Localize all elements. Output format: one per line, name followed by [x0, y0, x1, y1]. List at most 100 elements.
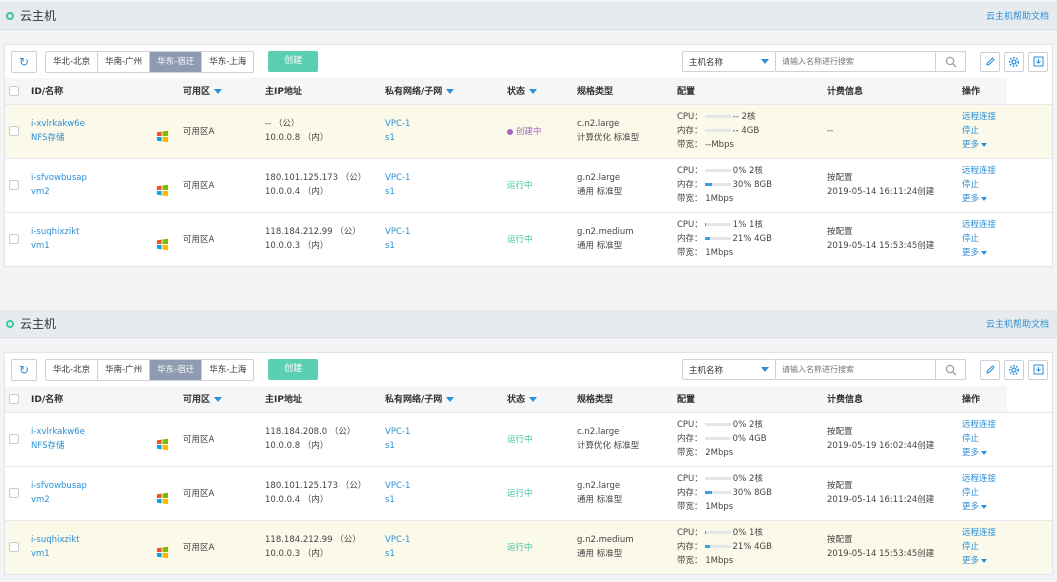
remote-connect-link[interactable]: 远程连接: [962, 472, 1007, 486]
memory-size: 4GB: [754, 542, 772, 553]
settings-button[interactable]: [1004, 51, 1024, 72]
column-header-label: 配置: [677, 395, 696, 406]
refresh-button[interactable]: ↻: [11, 358, 37, 381]
select-all-checkbox[interactable]: [9, 85, 19, 96]
remote-connect-link[interactable]: 远程连接: [962, 218, 1007, 232]
column-header[interactable]: 私有网络/子网: [385, 78, 507, 104]
vpc-link[interactable]: VPC-1: [385, 425, 507, 439]
search-button[interactable]: [936, 359, 966, 380]
vpc-link[interactable]: VPC-1: [385, 533, 507, 547]
region-tab[interactable]: 华北-北京: [46, 51, 99, 72]
help-doc-link[interactable]: 云主机帮助文档: [986, 317, 1049, 330]
public-ip: 118.184.212.99 （公）: [265, 227, 361, 238]
download-button[interactable]: [1028, 359, 1048, 380]
spec-name: g.n2.medium: [577, 535, 634, 546]
subnet-link[interactable]: s1: [385, 439, 507, 453]
vpc-link[interactable]: VPC-1: [385, 225, 507, 239]
subnet-link[interactable]: s1: [385, 547, 507, 561]
stop-link[interactable]: 停止: [962, 124, 1007, 138]
region-tab[interactable]: 华东-上海: [202, 51, 254, 72]
row-checkbox[interactable]: [9, 234, 19, 245]
instance-id-link[interactable]: i-xvlrkakw6e: [31, 425, 85, 439]
stop-link[interactable]: 停止: [962, 486, 1007, 500]
column-header[interactable]: 可用区: [183, 78, 265, 104]
download-button[interactable]: [1028, 51, 1048, 72]
column-header[interactable]: 状态: [507, 78, 577, 104]
column-header[interactable]: 可用区: [183, 386, 265, 412]
row-checkbox[interactable]: [9, 434, 19, 444]
instance-id-link[interactable]: i-xvlrkakw6e: [31, 117, 85, 131]
instance-name-link[interactable]: vm2: [31, 185, 87, 199]
region-tab[interactable]: 华东-上海: [202, 359, 254, 380]
search-button[interactable]: [936, 51, 966, 72]
instance-name-link[interactable]: NFS存储: [31, 439, 85, 453]
region-tab[interactable]: 华南-广州: [98, 51, 151, 72]
filter-select[interactable]: 主机名称: [682, 359, 776, 380]
settings-button[interactable]: [1004, 359, 1024, 380]
help-doc-link[interactable]: 云主机帮助文档: [986, 9, 1049, 22]
remote-connect-link[interactable]: 远程连接: [962, 526, 1007, 540]
cpu-usage: CPU： 0% 2核: [677, 472, 827, 486]
instance-id-link[interactable]: i-sfvowbusap: [31, 171, 87, 185]
vpc-link[interactable]: VPC-1: [385, 171, 507, 185]
more-actions-link[interactable]: 更多: [962, 500, 1007, 514]
subnet-link[interactable]: s1: [385, 239, 507, 253]
region-tab[interactable]: 华南-广州: [98, 359, 151, 380]
instance-name-link[interactable]: vm1: [31, 547, 80, 561]
instance-id-link[interactable]: i-sfvowbusap: [31, 479, 87, 493]
vpc-link[interactable]: VPC-1: [385, 479, 507, 493]
more-actions-link[interactable]: 更多: [962, 138, 1007, 152]
subnet-link[interactable]: s1: [385, 493, 507, 507]
memory-label: 内存：: [677, 180, 703, 190]
more-actions-link[interactable]: 更多: [962, 554, 1007, 568]
create-button[interactable]: 创建: [268, 51, 319, 72]
column-header[interactable]: 私有网络/子网: [385, 386, 507, 412]
more-actions-link[interactable]: 更多: [962, 192, 1007, 206]
search-input[interactable]: [776, 51, 936, 72]
row-checkbox[interactable]: [9, 488, 19, 498]
instance-id-link[interactable]: i-suqhixzikt: [31, 533, 80, 547]
row-checkbox[interactable]: [9, 542, 19, 553]
row-checkbox[interactable]: [9, 180, 19, 190]
more-actions-link[interactable]: 更多: [962, 246, 1007, 260]
remote-connect-link[interactable]: 远程连接: [962, 110, 1007, 124]
cpu-usage: CPU： 0% 1核: [677, 526, 827, 540]
column-header[interactable]: 状态: [507, 386, 577, 412]
region-tab[interactable]: 华东-宿迁: [150, 359, 203, 380]
edit-button[interactable]: [980, 51, 1000, 72]
subnet-link[interactable]: s1: [385, 185, 507, 199]
memory-usage: 内存： 21% 4GB: [677, 232, 827, 246]
chevron-down-icon: [981, 504, 988, 509]
stop-link[interactable]: 停止: [962, 432, 1007, 446]
instance-name-link[interactable]: vm1: [31, 239, 80, 253]
instance-name-link[interactable]: NFS存储: [31, 131, 85, 145]
stop-link[interactable]: 停止: [962, 178, 1007, 192]
region-tab[interactable]: 华东-宿迁: [150, 51, 203, 72]
stop-link[interactable]: 停止: [962, 232, 1007, 246]
memory-percent: 21%: [732, 234, 752, 245]
column-header-label: ID/名称: [31, 87, 64, 98]
stop-link[interactable]: 停止: [962, 540, 1007, 554]
vpc-link[interactable]: VPC-1: [385, 117, 507, 131]
edit-button[interactable]: [980, 359, 1000, 380]
filter-select[interactable]: 主机名称: [682, 51, 776, 72]
memory-usage-bar: [704, 545, 731, 549]
remote-connect-link[interactable]: 远程连接: [962, 418, 1007, 432]
cpu-percent: 0%: [732, 166, 747, 176]
select-all-checkbox[interactable]: [9, 393, 19, 404]
row-checkbox[interactable]: [9, 126, 19, 136]
search-input[interactable]: [776, 359, 936, 380]
create-button[interactable]: 创建: [268, 359, 319, 380]
column-header-label: 私有网络/子网: [385, 395, 443, 406]
bandwidth-value: 1Mbps: [705, 502, 734, 512]
subnet-link[interactable]: s1: [385, 131, 507, 145]
remote-connect-link[interactable]: 远程连接: [962, 164, 1007, 178]
bandwidth: 带宽： 2Mbps: [677, 446, 827, 460]
instance-name-link[interactable]: vm2: [31, 493, 87, 507]
more-actions-link[interactable]: 更多: [962, 446, 1007, 460]
instance-id-link[interactable]: i-suqhixzikt: [31, 225, 80, 239]
filter-caret-icon: [446, 89, 455, 95]
memory-percent: 0%: [732, 434, 747, 444]
refresh-button[interactable]: ↻: [11, 50, 37, 73]
region-tab[interactable]: 华北-北京: [46, 359, 99, 380]
